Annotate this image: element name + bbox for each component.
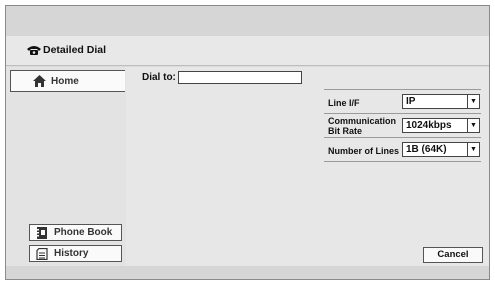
line-if-select[interactable]: IP ▼ — [402, 94, 480, 109]
phone-book-button[interactable]: Phone Book — [29, 224, 122, 241]
home-button-label: Home — [51, 75, 79, 87]
chevron-down-icon: ▼ — [467, 119, 479, 132]
phone-book-button-label: Phone Book — [54, 227, 113, 238]
number-of-lines-value: 1B (64K) — [406, 144, 447, 155]
phone-icon — [27, 46, 41, 55]
bit-rate-row: Communication Bit Rate 1024kbps ▼ — [324, 114, 481, 138]
sidebar: Home Phone Book History — [6, 67, 126, 266]
top-band — [6, 6, 489, 36]
line-if-label: Line I/F — [328, 98, 360, 108]
history-button-label: History — [54, 248, 89, 259]
history-button[interactable]: History — [29, 245, 122, 262]
number-of-lines-select[interactable]: 1B (64K) ▼ — [402, 142, 480, 157]
home-button[interactable]: Home — [10, 70, 125, 92]
bottom-band — [6, 266, 489, 279]
page-title: Detailed Dial — [43, 44, 107, 56]
dial-to-input[interactable] — [178, 71, 302, 84]
bit-rate-label-line1: Communication — [328, 116, 397, 126]
line-if-value: IP — [406, 96, 416, 107]
phone-book-icon — [36, 226, 47, 239]
number-of-lines-label: Number of Lines — [328, 146, 400, 156]
history-icon — [36, 247, 48, 260]
settings-panel: Line I/F IP ▼ Communication Bit Rate 102… — [324, 89, 481, 162]
number-of-lines-row: Number of Lines 1B (64K) ▼ — [324, 138, 481, 162]
bit-rate-value: 1024kbps — [406, 120, 452, 131]
bit-rate-label: Communication Bit Rate — [328, 116, 396, 136]
chevron-down-icon: ▼ — [467, 95, 479, 108]
home-icon — [33, 75, 46, 87]
line-if-row: Line I/F IP ▼ — [324, 90, 481, 114]
cancel-button[interactable]: Cancel — [423, 247, 483, 263]
bit-rate-select[interactable]: 1024kbps ▼ — [402, 118, 480, 133]
detailed-dial-screen: Detailed Dial Home Phone Book History Di… — [5, 5, 490, 280]
title-bar: Detailed Dial — [6, 36, 489, 66]
chevron-down-icon: ▼ — [467, 143, 479, 156]
dial-to-label: Dial to: — [142, 72, 176, 83]
bit-rate-label-line2: Bit Rate — [328, 126, 363, 136]
main-panel: Dial to: Line I/F IP ▼ Communication Bit… — [126, 67, 489, 266]
